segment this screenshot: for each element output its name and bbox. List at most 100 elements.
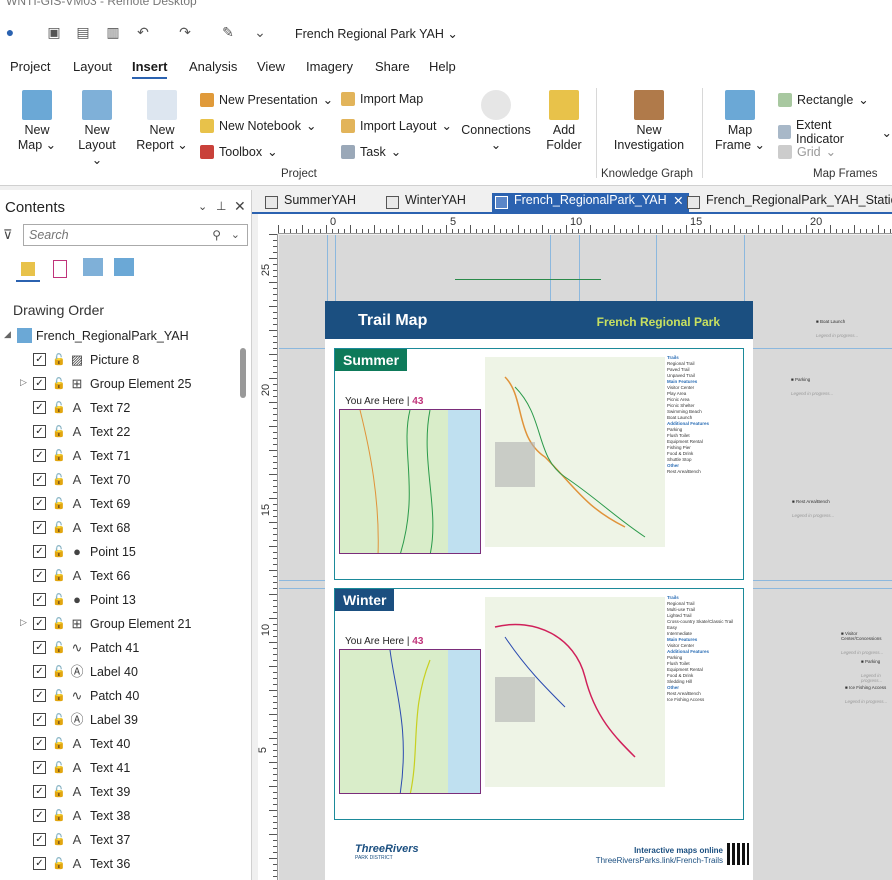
- lock-icon[interactable]: 🔓: [52, 689, 66, 703]
- import-map-button[interactable]: Import Map: [341, 92, 423, 106]
- visibility-checkbox[interactable]: ✓: [33, 521, 46, 534]
- layer-item[interactable]: ✓ 🔓 A Text 40: [0, 732, 240, 756]
- winter-tag[interactable]: Winter: [335, 589, 395, 611]
- layout-canvas[interactable]: Trail Map French Regional Park Summer Yo…: [279, 235, 892, 880]
- collapse-icon[interactable]: ◢: [4, 329, 11, 340]
- visibility-checkbox[interactable]: ✓: [33, 737, 46, 750]
- new-report-button[interactable]: New Report ⌄: [136, 90, 188, 153]
- summer-tag[interactable]: Summer: [335, 349, 408, 371]
- tab-project[interactable]: Project: [10, 59, 50, 74]
- layout-root[interactable]: ◢ French_RegionalPark_YAH: [0, 324, 240, 348]
- lock-icon[interactable]: 🔓: [52, 713, 66, 727]
- layer-item[interactable]: ✓ 🔓 A Text 72: [0, 396, 240, 420]
- offpage-legend-item[interactable]: ■ Parking Legend in progress...: [861, 659, 892, 683]
- layer-item[interactable]: ✓ 🔓 ● Point 13: [0, 588, 240, 612]
- lock-icon[interactable]: 🔓: [52, 473, 66, 487]
- winter-park-map[interactable]: [485, 597, 665, 787]
- line-element[interactable]: [455, 279, 601, 280]
- layer-item[interactable]: ✓ 🔓 A Text 71: [0, 444, 240, 468]
- visibility-checkbox[interactable]: ✓: [33, 377, 46, 390]
- lock-icon[interactable]: 🔓: [52, 761, 66, 775]
- close-icon[interactable]: ✕: [673, 193, 683, 208]
- lock-icon[interactable]: 🔓: [52, 617, 66, 631]
- winter-you-are-here[interactable]: You Are Here | 43: [345, 636, 423, 647]
- winter-inset-map[interactable]: [339, 649, 481, 794]
- close-icon[interactable]: ✕: [234, 198, 246, 215]
- layer-item[interactable]: ✓ 🔓 A Text 70: [0, 468, 240, 492]
- new-presentation-button[interactable]: New Presentation ⌄: [200, 92, 333, 107]
- layer-item[interactable]: ✓ 🔓 A Text 39: [0, 780, 240, 804]
- lock-icon[interactable]: 🔓: [52, 449, 66, 463]
- layer-item[interactable]: ✓ 🔓 A Text 36: [0, 852, 240, 876]
- visibility-checkbox[interactable]: ✓: [33, 593, 46, 606]
- lock-icon[interactable]: 🔓: [52, 569, 66, 583]
- layer-item[interactable]: ✓ 🔓 A Text 22: [0, 420, 240, 444]
- visibility-checkbox[interactable]: ✓: [33, 689, 46, 702]
- visibility-checkbox[interactable]: ✓: [33, 449, 46, 462]
- lock-icon[interactable]: 🔓: [52, 425, 66, 439]
- pane-options-icon[interactable]: ⌄: [198, 200, 207, 213]
- grid-button[interactable]: Grid ⌄: [778, 144, 836, 159]
- connections-button[interactable]: Connections ⌄: [460, 90, 532, 153]
- task-button[interactable]: Task ⌄: [341, 144, 401, 159]
- redo-icon[interactable]: ↷: [175, 22, 195, 42]
- layer-item[interactable]: ✓ 🔓 Ⓐ Label 39: [0, 708, 240, 732]
- visibility-checkbox[interactable]: ✓: [33, 497, 46, 510]
- lock-icon[interactable]: 🔓: [52, 401, 66, 415]
- layer-item[interactable]: ✓ 🔓 A Text 37: [0, 828, 240, 852]
- add-folder-button[interactable]: Add Folder: [542, 90, 586, 153]
- layer-item[interactable]: ✓ 🔓 ▨ Picture 8: [0, 348, 240, 372]
- new-project-icon[interactable]: ▣: [44, 22, 64, 42]
- source-icon[interactable]: [83, 258, 103, 276]
- save-icon[interactable]: ▥: [103, 22, 123, 42]
- visibility-checkbox[interactable]: ✓: [33, 713, 46, 726]
- header-band[interactable]: Trail Map French Regional Park: [325, 301, 753, 339]
- interactive-maps-text[interactable]: Interactive maps online: [634, 846, 723, 855]
- tab-analysis[interactable]: Analysis: [189, 59, 237, 74]
- offpage-legend-item[interactable]: ■ Boat Launch Legend in progress...: [816, 319, 858, 338]
- lock-icon[interactable]: 🔓: [52, 377, 66, 391]
- lock-icon[interactable]: 🔓: [52, 497, 66, 511]
- layer-item[interactable]: ✓ 🔓 Ⓐ Label 40: [0, 660, 240, 684]
- visibility-checkbox[interactable]: ✓: [33, 569, 46, 582]
- new-investigation-button[interactable]: New Investigation: [612, 90, 686, 153]
- visibility-checkbox[interactable]: ✓: [33, 761, 46, 774]
- search-input[interactable]: [24, 225, 194, 245]
- lock-icon[interactable]: 🔓: [52, 353, 66, 367]
- winter-frame[interactable]: Winter You Are Here | 43 Trails Regional …: [334, 588, 744, 820]
- layer-item[interactable]: ✓ 🔓 A Text 68: [0, 516, 240, 540]
- toolbox-button[interactable]: Toolbox ⌄: [200, 144, 278, 159]
- lock-icon[interactable]: 🔓: [52, 809, 66, 823]
- chevron-down-icon[interactable]: ⌄: [231, 228, 240, 241]
- open-project-icon[interactable]: ▤: [73, 22, 93, 42]
- layout-page[interactable]: Trail Map French Regional Park Summer Yo…: [325, 301, 753, 880]
- snapping-icon[interactable]: [114, 258, 134, 276]
- lock-icon[interactable]: 🔓: [52, 593, 66, 607]
- lock-icon[interactable]: 🔓: [52, 641, 66, 655]
- lock-icon[interactable]: 🔓: [52, 857, 66, 871]
- tab-french-regionalpark-yah[interactable]: French_RegionalPark_YAH ✕: [492, 193, 689, 214]
- lock-icon[interactable]: 🔓: [52, 665, 66, 679]
- map-frame-button[interactable]: Map Frame ⌄: [714, 90, 766, 153]
- page-footer[interactable]: ThreeRivers PARK DISTRICT Interactive map…: [325, 831, 753, 880]
- visibility-checkbox[interactable]: ✓: [33, 353, 46, 366]
- layer-item[interactable]: ✓ 🔓 A Text 41: [0, 756, 240, 780]
- visibility-checkbox[interactable]: ✓: [33, 809, 46, 822]
- new-map-button[interactable]: New Map ⌄: [14, 90, 60, 153]
- visibility-checkbox[interactable]: ✓: [33, 833, 46, 846]
- expand-icon[interactable]: ▷: [20, 617, 27, 628]
- visibility-checkbox[interactable]: ✓: [33, 641, 46, 654]
- layer-item[interactable]: ▷ ✓ 🔓 ⊞ Group Element 25: [0, 372, 240, 396]
- offpage-legend-item[interactable]: ■ Visitor Center/Concessions Legend in pr…: [841, 631, 892, 655]
- import-layout-button[interactable]: Import Layout ⌄: [341, 118, 452, 133]
- layer-item[interactable]: ✓ 🔓 A Text 69: [0, 492, 240, 516]
- offpage-legend-item[interactable]: ■ Rest Area/Bench Legend in progress...: [792, 499, 834, 518]
- tab-imagery[interactable]: Imagery: [306, 59, 353, 74]
- layer-item[interactable]: ✓ 🔓 ∿ Patch 41: [0, 636, 240, 660]
- extent-indicator-button[interactable]: Extent Indicator ⌄: [778, 118, 892, 146]
- tab-help[interactable]: Help: [429, 59, 456, 74]
- summer-frame[interactable]: Summer You Are Here | 43 Trails Regional …: [334, 348, 744, 580]
- new-layout-button[interactable]: New Layout ⌄: [72, 90, 122, 168]
- search-icon[interactable]: ⚲: [212, 228, 221, 242]
- layer-item[interactable]: ✓ 🔓 ∿ Patch 40: [0, 684, 240, 708]
